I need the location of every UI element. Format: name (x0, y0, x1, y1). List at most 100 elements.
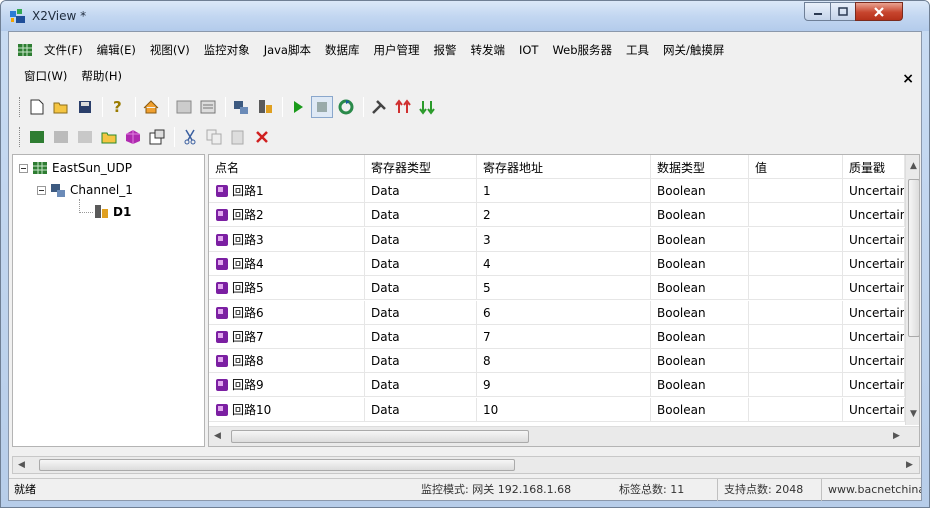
table-row[interactable]: 回路7 Data 7 Boolean Uncertain (209, 324, 905, 349)
horizontal-scroll-thumb[interactable] (39, 459, 515, 471)
toolbar-separator (102, 97, 103, 117)
table-row[interactable]: 回路8 Data 8 Boolean Uncertain (209, 349, 905, 374)
menu-item[interactable]: 文件(F) (37, 42, 90, 58)
cell-text: 6 (483, 305, 491, 320)
device-config-button[interactable] (254, 96, 276, 118)
grid-view-button[interactable] (173, 96, 195, 118)
column-header[interactable]: 值 (749, 155, 843, 179)
cell-data-type: Boolean (651, 397, 749, 422)
column-header[interactable]: 质量戳 (843, 155, 905, 179)
scroll-down-icon[interactable]: ▼ (910, 409, 917, 419)
table-row[interactable]: 回路6 Data 6 Boolean Uncertain (209, 300, 905, 325)
cell-text: 5 (483, 281, 491, 296)
minimize-button[interactable] (804, 2, 831, 21)
menu-item[interactable]: 视图(V) (143, 42, 197, 58)
table-row[interactable]: 回路9 Data 9 Boolean Uncertain (209, 373, 905, 398)
menu-item[interactable]: 窗口(W) (17, 68, 74, 84)
cell-name: 回路6 (209, 300, 365, 325)
scroll-right-icon[interactable]: ▶ (906, 460, 913, 470)
home-button[interactable] (140, 96, 162, 118)
cell-value (749, 251, 843, 276)
add-tag-button[interactable] (26, 126, 48, 148)
scroll-left-icon[interactable]: ◀ (214, 431, 221, 441)
table-row[interactable]: 回路10 Data 10 Boolean Uncertain (209, 397, 905, 422)
mdi-close-button[interactable]: × (902, 71, 914, 87)
menu-item[interactable]: 监控对象 (197, 42, 257, 58)
open-button[interactable] (50, 96, 72, 118)
menu-item[interactable]: 转发端 (463, 42, 512, 58)
menu-item[interactable]: 编辑(E) (90, 42, 143, 58)
menu-item[interactable]: 数据库 (318, 42, 367, 58)
cell-name: 回路10 (209, 397, 365, 422)
table-row[interactable]: 回路4 Data 4 Boolean Uncertain (209, 251, 905, 276)
menu-item[interactable]: Web服务器 (545, 42, 619, 58)
status-supported-points: 支持点数: 2048 (717, 479, 821, 501)
stop-button[interactable] (311, 96, 333, 118)
table-row[interactable]: 回路2 Data 2 Boolean Uncertain (209, 203, 905, 228)
scroll-right-icon[interactable]: ▶ (893, 431, 900, 441)
refresh-button[interactable] (335, 96, 357, 118)
download-button[interactable] (416, 96, 438, 118)
column-header[interactable]: 寄存器地址 (477, 155, 651, 179)
toolbar-separator (282, 97, 283, 117)
column-header[interactable]: 点名 (209, 155, 365, 179)
toolbar-grip[interactable] (19, 127, 22, 147)
table-row[interactable]: 回路1 Data 1 Boolean Uncertain (209, 179, 905, 203)
title-bar[interactable]: X2View * (1, 1, 929, 31)
scroll-left-icon[interactable]: ◀ (18, 460, 25, 470)
horizontal-scroll-thumb[interactable] (231, 430, 529, 443)
table-row[interactable]: 回路3 Data 3 Boolean Uncertain (209, 227, 905, 252)
vertical-scrollbar[interactable]: ▲ ▼ (905, 155, 919, 425)
cell-text: 回路1 (232, 184, 264, 198)
close-icon (874, 6, 884, 17)
menu-item[interactable]: 报警 (426, 42, 463, 58)
help-button[interactable]: ? (107, 96, 129, 118)
cut-button[interactable] (179, 126, 201, 148)
menu-item[interactable]: 工具 (619, 42, 656, 58)
menu-item[interactable]: 网关/触摸屏 (656, 42, 731, 58)
run-button[interactable] (287, 96, 309, 118)
tree-node-device[interactable]: D1 (93, 203, 131, 221)
upload-button[interactable] (392, 96, 414, 118)
cell-text: Data (371, 402, 400, 417)
tree-node-channel[interactable]: Channel_1 (37, 181, 133, 199)
tools-button[interactable] (368, 96, 390, 118)
cell-quality: Uncertain (843, 227, 905, 252)
project-tree: EastSun_UDP Channel_1 D1 (12, 154, 205, 447)
delete-tag-button[interactable] (74, 126, 96, 148)
collapse-icon[interactable] (37, 185, 46, 195)
cell-text: Data (371, 256, 400, 271)
copy-button[interactable] (203, 126, 225, 148)
open-folder-button[interactable] (98, 126, 120, 148)
cell-text: Uncertain (849, 329, 905, 344)
channel-config-button[interactable] (230, 96, 252, 118)
delete-button[interactable] (251, 126, 273, 148)
report-button[interactable] (197, 96, 219, 118)
pane-horizontal-scrollbar[interactable]: ◀ ▶ (12, 456, 920, 474)
collapse-icon[interactable] (19, 163, 28, 173)
menu-item[interactable]: IOT (512, 43, 545, 57)
vertical-scroll-thumb[interactable] (908, 179, 919, 337)
column-header[interactable]: 寄存器类型 (365, 155, 477, 179)
app-window: X2View * 文件(F) 编辑(E) 视图(V) 监控对象 Java脚本 数据库 用户管… (0, 0, 930, 508)
cube-button[interactable] (122, 126, 144, 148)
new-button[interactable] (26, 96, 48, 118)
tree-node-root[interactable]: EastSun_UDP (19, 159, 132, 177)
scroll-up-icon[interactable]: ▲ (910, 161, 917, 171)
grid-horizontal-scrollbar[interactable]: ◀ ▶ (209, 426, 919, 446)
table-row[interactable]: 回路5 Data 5 Boolean Uncertain (209, 276, 905, 301)
menu-item[interactable]: Java脚本 (257, 42, 318, 58)
properties-button[interactable] (146, 126, 168, 148)
menu-item[interactable]: 用户管理 (366, 42, 426, 58)
cell-reg-type: Data (365, 300, 477, 325)
edit-tag-button[interactable] (50, 126, 72, 148)
paste-button[interactable] (227, 126, 249, 148)
menu-item[interactable]: 帮助(H) (74, 68, 129, 84)
maximize-button[interactable] (830, 2, 856, 21)
cell-data-type: Boolean (651, 349, 749, 374)
column-header[interactable]: 数据类型 (651, 155, 749, 179)
cell-data-type: Boolean (651, 324, 749, 349)
close-button[interactable] (855, 2, 903, 21)
save-button[interactable] (74, 96, 96, 118)
toolbar-grip[interactable] (19, 97, 22, 117)
